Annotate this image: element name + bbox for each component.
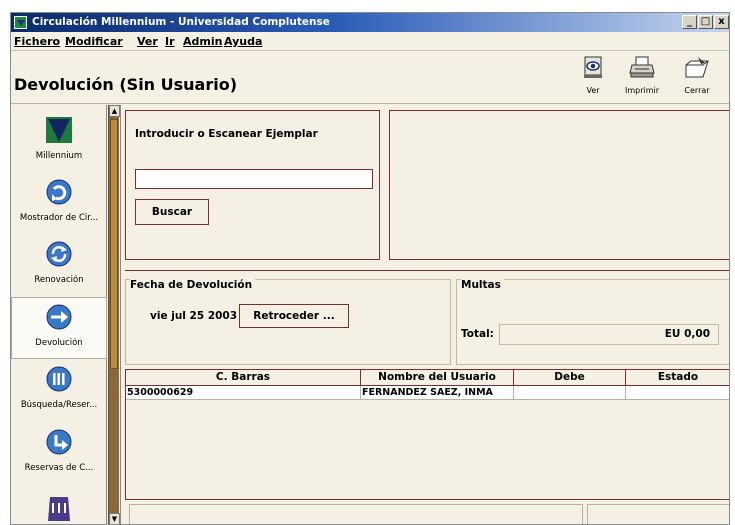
menu-admin[interactable]: Admin <box>183 35 222 48</box>
app-icon <box>14 16 27 29</box>
status-field-right <box>587 504 729 524</box>
scan-item-panel: Introducir o Escanear Ejemplar Buscar <box>125 110 380 260</box>
fines-total-field: EU 0,00 <box>499 324 719 345</box>
sidebar-item-checkin[interactable]: Devolución <box>11 297 107 359</box>
millennium-logo-icon <box>46 117 72 143</box>
sidebar: Millennium Mostrador de Cir... Renovació… <box>11 105 107 524</box>
owed-cell <box>514 386 626 400</box>
close-window-button[interactable]: x <box>714 15 729 29</box>
view-button[interactable]: Ver <box>571 55 615 101</box>
window-title: Circulación Millennium - Universidad Com… <box>32 16 330 28</box>
bottom-bar <box>125 502 729 524</box>
menu-modificar[interactable]: Modificar <box>65 35 123 48</box>
menu-fichero[interactable]: Fichero <box>14 35 60 48</box>
holds-icon <box>46 429 72 455</box>
fines-panel: Multas Total: EU 0,00 <box>456 279 729 365</box>
title-bar: Circulación Millennium - Universidad Com… <box>11 13 729 32</box>
scroll-thumb[interactable] <box>110 119 118 369</box>
return-date-title: Fecha de Devolución <box>130 279 256 291</box>
sidebar-item-label: Millennium <box>35 151 83 161</box>
print-label: Imprimir <box>624 86 660 95</box>
menu-ayuda[interactable]: Ayuda <box>224 35 262 48</box>
patron-name-cell: FERNANDEZ SAEZ, INMA <box>361 386 514 400</box>
maximize-button[interactable]: □ <box>698 15 713 29</box>
column-header-owed[interactable]: Debe <box>514 370 626 386</box>
scan-item-input[interactable] <box>135 169 373 189</box>
sidebar-item-millennium[interactable]: Millennium <box>11 111 107 173</box>
fines-total-label: Total: <box>461 328 494 340</box>
search-button[interactable]: Buscar <box>135 199 209 225</box>
sidebar-item-next-partial[interactable] <box>11 489 107 524</box>
renewal-icon <box>46 241 72 267</box>
column-header-barcode[interactable]: C. Barras <box>126 370 361 386</box>
items-table: C. Barras Nombre del Usuario Debe Estado… <box>125 369 729 500</box>
sidebar-item-circulation-desk[interactable]: Mostrador de Cir... <box>11 173 107 235</box>
table-row[interactable]: 5300000629 FERNANDEZ SAEZ, INMA <box>126 386 729 400</box>
sidebar-item-label: Devolución <box>35 338 83 348</box>
status-field-left <box>129 504 583 524</box>
scroll-down-icon[interactable]: ▼ <box>109 513 120 524</box>
sidebar-item-label: Búsqueda/Reser... <box>20 400 98 410</box>
app-window: Circulación Millennium - Universidad Com… <box>10 12 730 525</box>
column-header-patron[interactable]: Nombre del Usuario <box>361 370 514 386</box>
go-back-button[interactable]: Retroceder ... <box>239 304 349 328</box>
item-info-panel <box>389 110 729 260</box>
sidebar-item-search-hold[interactable]: Búsqueda/Reser... <box>11 360 107 422</box>
sidebar-scrollbar[interactable]: ▲ ▼ <box>108 105 120 524</box>
print-button[interactable]: Imprimir <box>620 55 664 101</box>
close-button[interactable]: Cerrar <box>675 55 719 101</box>
close-label: Cerrar <box>684 86 710 95</box>
return-date-panel: Fecha de Devolución vie jul 25 2003 Retr… <box>125 279 451 365</box>
barcode-cell: 5300000629 <box>126 386 361 400</box>
printer-icon <box>629 56 655 78</box>
sidebar-item-label: Mostrador de Cir... <box>19 213 99 223</box>
eye-icon <box>584 56 602 78</box>
return-date-value: vie jul 25 2003 <box>150 310 238 322</box>
column-header-status[interactable]: Estado <box>626 370 729 386</box>
page-title: Devolución (Sin Usuario) <box>14 75 238 94</box>
status-cell <box>626 386 729 400</box>
fines-title: Multas <box>461 279 504 291</box>
scroll-up-icon[interactable]: ▲ <box>109 105 120 117</box>
search-hold-icon <box>46 366 72 392</box>
table-header: C. Barras Nombre del Usuario Debe Estado <box>126 370 729 386</box>
window-controls: _ □ x <box>682 15 729 29</box>
menu-bar: Fichero Modificar Ver Ir Admin Ayuda <box>11 32 729 51</box>
close-folder-icon <box>685 57 709 78</box>
sidebar-item-renewal[interactable]: Renovación <box>11 235 107 297</box>
scan-prompt-label: Introducir o Escanear Ejemplar <box>135 128 318 140</box>
circulation-desk-icon <box>46 179 72 205</box>
toolbar: Devolución (Sin Usuario) Ver Imprimir Ce… <box>11 51 729 104</box>
checkin-arrow-icon <box>46 304 72 330</box>
sidebar-item-label: Renovación <box>34 275 84 285</box>
section-divider <box>125 270 729 271</box>
menu-ver[interactable]: Ver <box>137 35 158 48</box>
main-content: Introducir o Escanear Ejemplar Buscar Fe… <box>120 105 729 524</box>
view-label: Ver <box>586 86 600 95</box>
sidebar-item-holds[interactable]: Reservas de C... <box>11 423 107 485</box>
minimize-button[interactable]: _ <box>682 15 697 29</box>
menu-ir[interactable]: Ir <box>165 35 175 48</box>
sidebar-item-label: Reservas de C... <box>24 463 94 473</box>
module-logo-icon <box>48 497 70 521</box>
